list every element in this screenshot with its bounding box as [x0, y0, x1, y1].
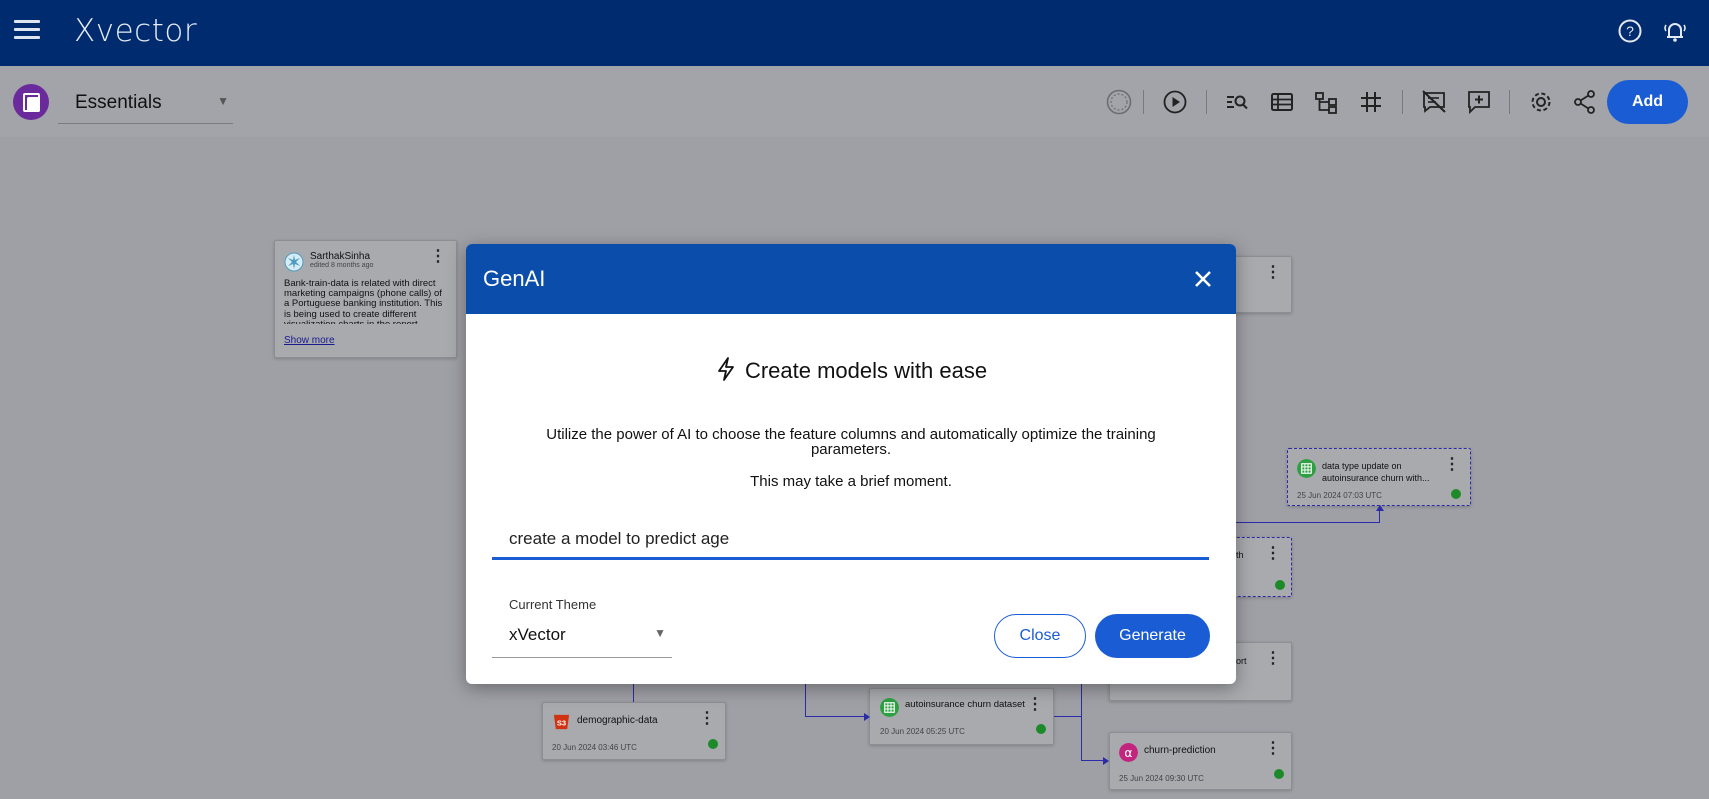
- workspace-app-icon[interactable]: [13, 84, 49, 120]
- top-app-bar: Xvector ?: [0, 0, 1709, 66]
- s3-bucket-icon: S3: [553, 714, 570, 730]
- dialog-headline: Create models with ease: [466, 356, 1236, 384]
- connector-line: [1054, 716, 1082, 717]
- compute-status-icon[interactable]: [1104, 87, 1134, 117]
- note-author: SarthakSinha: [310, 251, 371, 262]
- more-options-icon[interactable]: ⋮: [1265, 741, 1281, 757]
- close-button[interactable]: Close: [994, 614, 1086, 658]
- more-options-icon[interactable]: ⋮: [1265, 651, 1281, 667]
- workspace-select[interactable]: Essentials ▼: [58, 80, 233, 124]
- toolbar-divider: [1143, 90, 1144, 114]
- avatar: [284, 252, 304, 272]
- dataset-grid-icon: [880, 698, 899, 717]
- more-options-icon[interactable]: ⋮: [699, 711, 715, 727]
- note-text: Bank-train-data is related with direct m…: [284, 279, 443, 324]
- card-title: demographic-data: [577, 715, 658, 726]
- dialog-header: GenAI: [466, 244, 1236, 314]
- card-date: 20 Jun 2024 03:46 UTC: [552, 743, 637, 752]
- workflow-card-data-type-update[interactable]: data type update on autoinsurance churn …: [1287, 448, 1471, 506]
- connector-line: [1379, 509, 1380, 523]
- lightning-bolt-icon: [718, 357, 734, 381]
- workflow-card-autoinsurance-churn-dataset[interactable]: autoinsurance churn dataset 20 Jun 2024 …: [869, 688, 1054, 745]
- chevron-down-icon: ▼: [654, 626, 666, 640]
- help-icon[interactable]: ?: [1615, 16, 1645, 46]
- toolbar-divider: [1402, 90, 1403, 114]
- table-icon[interactable]: [1267, 87, 1297, 117]
- model-alpha-icon: α: [1119, 743, 1138, 762]
- workflow-card-demographic-data[interactable]: S3 demographic-data 20 Jun 2024 03:46 UT…: [542, 702, 726, 760]
- card-date: 25 Jun 2024 09:30 UTC: [1119, 774, 1204, 783]
- prompt-input[interactable]: create a model to predict age: [492, 516, 1209, 560]
- genai-dialog: GenAI Create models with ease Utilize th…: [466, 244, 1236, 684]
- svg-text:?: ?: [1626, 23, 1634, 39]
- dataset-grid-icon: [1297, 459, 1316, 478]
- hide-comments-icon[interactable]: [1419, 87, 1449, 117]
- more-options-icon[interactable]: ⋮: [1265, 546, 1281, 562]
- connector-arrow: [1376, 505, 1384, 511]
- card-date: 25 Jun 2024 07:03 UTC: [1297, 491, 1382, 500]
- note-edited-time: edited 8 months ago: [310, 262, 374, 269]
- card-title: th: [1236, 550, 1244, 560]
- workspace-select-value: Essentials: [75, 92, 162, 113]
- hierarchy-icon[interactable]: [1311, 87, 1341, 117]
- status-dot: [1036, 724, 1046, 734]
- run-icon[interactable]: [1160, 87, 1190, 117]
- status-dot: [1451, 489, 1461, 499]
- show-more-link[interactable]: Show more: [284, 335, 335, 346]
- workspace-toolbar: Essentials ▼ Add: [0, 66, 1709, 137]
- add-comment-icon[interactable]: [1464, 87, 1494, 117]
- connector-line: [633, 684, 634, 702]
- theme-select-value: xVector: [509, 625, 566, 644]
- status-dot: [1274, 769, 1284, 779]
- card-title: data type update on autoinsurance churn …: [1322, 461, 1430, 483]
- more-options-icon[interactable]: ⋮: [1444, 457, 1460, 473]
- headline-text: Create models with ease: [744, 358, 988, 383]
- prompt-input-value: create a model to predict age: [509, 529, 730, 548]
- notification-bell-icon[interactable]: [1660, 16, 1690, 46]
- grid-icon[interactable]: [1356, 87, 1386, 117]
- menu-icon[interactable]: [14, 20, 40, 42]
- add-button[interactable]: Add: [1607, 80, 1688, 124]
- close-icon[interactable]: [1186, 262, 1220, 296]
- dialog-description: Utilize the power of AI to choose the fe…: [546, 426, 1156, 458]
- s3-badge-text: S3: [557, 718, 566, 727]
- connector-line: [805, 684, 806, 716]
- generate-button[interactable]: Generate: [1095, 614, 1210, 658]
- more-options-icon[interactable]: ⋮: [430, 249, 446, 265]
- gear-icon[interactable]: [1526, 87, 1556, 117]
- workflow-card-churn-prediction[interactable]: α churn-prediction 25 Jun 2024 09:30 UTC…: [1109, 732, 1292, 790]
- share-icon[interactable]: [1570, 87, 1600, 117]
- connector-arrow: [864, 713, 870, 721]
- dialog-note: This may take a brief moment.: [750, 473, 952, 490]
- brand-logo: Xvector: [74, 13, 198, 49]
- card-title: ort: [1236, 656, 1247, 666]
- theme-select[interactable]: xVector ▼: [492, 612, 672, 658]
- more-options-icon[interactable]: ⋮: [1027, 697, 1043, 713]
- card-date: 20 Jun 2024 05:25 UTC: [880, 727, 965, 736]
- status-dot: [708, 739, 718, 749]
- chevron-down-icon: ▼: [217, 94, 229, 108]
- note-card[interactable]: SarthakSinha edited 8 months ago ⋮ Bank-…: [274, 240, 457, 358]
- more-options-icon[interactable]: ⋮: [1265, 265, 1281, 281]
- connector-line: [1081, 684, 1082, 760]
- connector-line: [805, 716, 865, 717]
- svg-text:α: α: [1124, 746, 1132, 760]
- connector-line: [1081, 760, 1104, 761]
- search-list-icon[interactable]: [1222, 87, 1252, 117]
- toolbar-divider: [1206, 90, 1207, 114]
- card-title: autoinsurance churn dataset: [905, 699, 1025, 710]
- connector-line: [1236, 522, 1380, 523]
- dialog-title: GenAI: [483, 266, 546, 291]
- status-dot: [1275, 580, 1285, 590]
- toolbar-divider: [1509, 90, 1510, 114]
- card-title: churn-prediction: [1144, 745, 1216, 756]
- theme-select-label: Current Theme: [509, 597, 597, 612]
